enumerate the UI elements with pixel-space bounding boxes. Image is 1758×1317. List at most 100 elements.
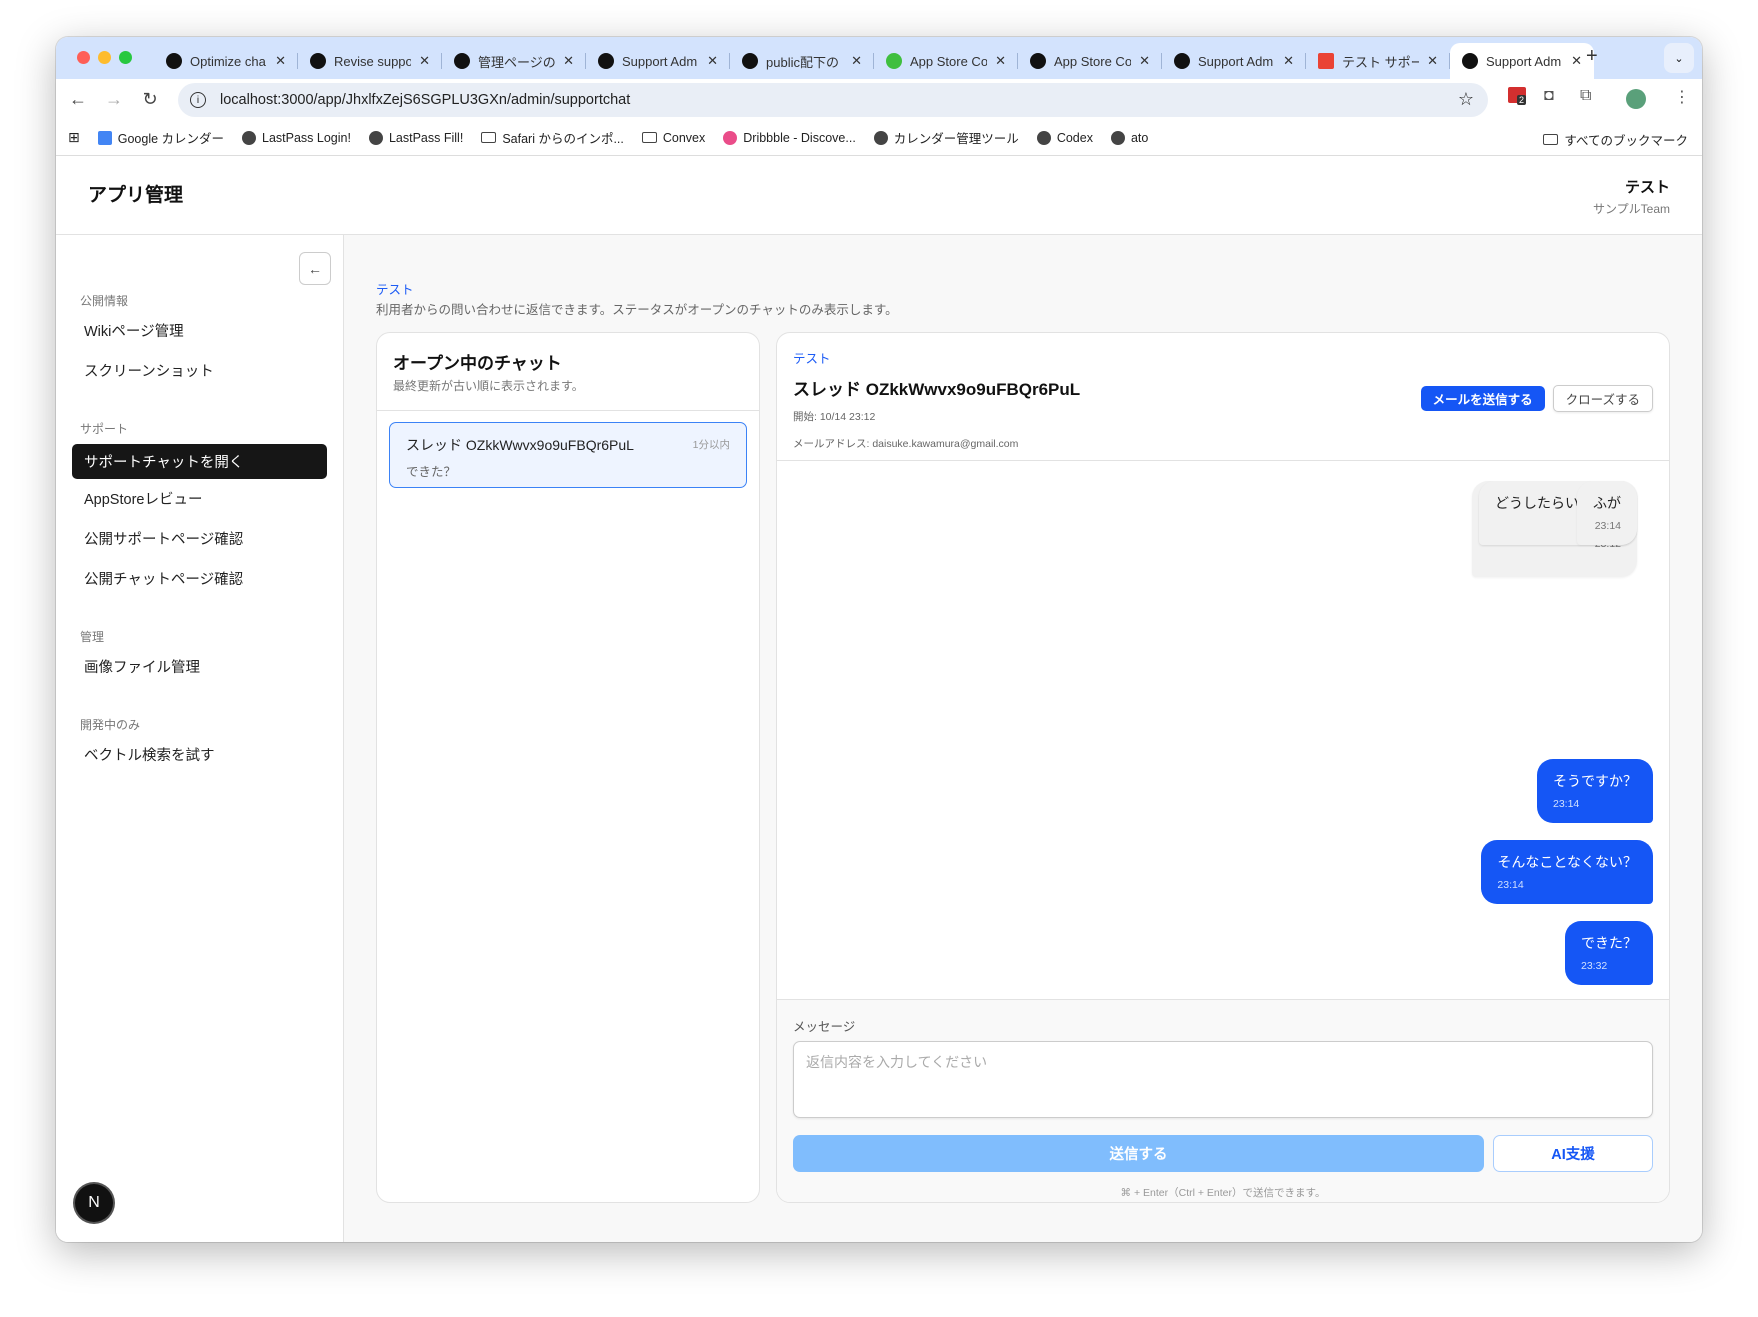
tab-search-button[interactable]: ⌄ (1664, 43, 1694, 73)
github-icon (310, 53, 326, 69)
close-tab-icon[interactable]: ✕ (275, 53, 286, 69)
browser-tab[interactable]: App Store Co ✕ (1018, 43, 1162, 79)
bookmark-label: LastPass Fill! (388, 130, 464, 145)
ai-assist-button[interactable]: AI支援 (1493, 1135, 1653, 1172)
message-list[interactable]: 23:12そうですか？23:14そんなことなくない？23:14全然わかんねーよ。… (777, 461, 1669, 999)
browser-tab[interactable]: 管理ページの ✕ (442, 43, 586, 79)
gmail-icon (1318, 53, 1334, 69)
chat-header: テスト スレッド OZkkWwvx9o9uFBQr6PuL 開始: 10/14 … (777, 333, 1669, 461)
browser-tab[interactable]: App Store Co ✕ (874, 43, 1018, 79)
open-chats-subtitle: 最終更新が古い順に表示されます。 (393, 379, 584, 393)
next-dev-indicator[interactable]: N (75, 1184, 113, 1222)
browser-tab[interactable]: テスト サポー ✕ (1306, 43, 1450, 79)
message-text: ふが (1593, 495, 1621, 511)
profile-avatar[interactable] (1626, 89, 1646, 109)
browser-tab[interactable]: Revise suppo ✕ (298, 43, 442, 79)
browser-tab[interactable]: Support Adm ✕ (586, 43, 730, 79)
close-tab-icon[interactable]: ✕ (995, 53, 1006, 69)
browser-tab[interactable]: public配下の ✕ (730, 43, 874, 79)
divider (377, 410, 759, 411)
folder-icon (481, 132, 497, 143)
window-controls (77, 51, 132, 64)
bookmark-item[interactable]: Codex (1036, 128, 1093, 147)
extension-icon[interactable]: 2 (1508, 87, 1527, 105)
sidebar-item-wiki[interactable]: Wikiページ管理 (72, 313, 327, 348)
bookmark-label: Dribbble - Discove... (743, 130, 856, 145)
sidebar-item-screenshots[interactable]: スクリーンショット (72, 353, 327, 388)
browser-tab[interactable]: Support Adm ✕ (1450, 43, 1594, 79)
close-tab-icon[interactable]: ✕ (1571, 53, 1582, 69)
user-name: テスト (1624, 179, 1670, 196)
address-bar[interactable]: i localhost:3000/app/JhxlfxZejS6SGPLU3GX… (178, 83, 1488, 117)
bookmark-label: ato (1130, 130, 1149, 145)
sidebar-item-vector-search[interactable]: ベクトル検索を試す (72, 737, 327, 772)
close-tab-icon[interactable]: ✕ (1139, 53, 1150, 69)
close-tab-icon[interactable]: ✕ (707, 53, 718, 69)
site-info-icon[interactable]: i (190, 92, 206, 108)
chat-breadcrumb[interactable]: テスト (793, 348, 1653, 367)
reload-icon[interactable]: ↻ (132, 89, 168, 110)
close-tab-icon[interactable]: ✕ (851, 53, 862, 69)
apps-grid-icon[interactable]: ⊞ (68, 129, 80, 146)
sidebar-item-appstore-reviews[interactable]: AppStoreレビュー (72, 481, 327, 516)
browser-window: Optimize cha ✕ Revise suppo ✕ 管理ページの ✕ Support… (56, 37, 1702, 1242)
browser-tab[interactable]: Optimize cha ✕ (154, 43, 298, 79)
bookmark-item[interactable]: LastPass Login! (242, 128, 351, 147)
extensions-puzzle-icon[interactable]: ⧉ (1580, 87, 1591, 105)
back-icon[interactable]: ← (60, 89, 96, 110)
send-button[interactable]: 送信する (793, 1135, 1484, 1172)
close-tab-icon[interactable]: ✕ (563, 53, 574, 69)
message-input[interactable] (793, 1041, 1653, 1118)
maximize-window-button[interactable] (119, 51, 132, 64)
bookmark-label: LastPass Login! (262, 130, 351, 145)
codex-icon (1036, 130, 1051, 145)
breadcrumb[interactable]: テスト (376, 279, 414, 298)
message-text: そうですか？ (1553, 773, 1637, 789)
bookmark-item[interactable]: Google カレンダー (97, 128, 224, 147)
all-bookmarks[interactable]: すべてのブックマーク (1543, 130, 1688, 149)
open-chats-title: オープン中のチャット (393, 354, 562, 373)
tabs: Optimize cha ✕ Revise suppo ✕ 管理ページの ✕ Support… (154, 43, 1594, 79)
tab-title: Support Adm (1486, 53, 1562, 69)
dribbble-icon (723, 130, 738, 145)
user-info[interactable]: テスト サンプルTeam (1593, 176, 1670, 217)
bookmark-item[interactable]: Dribbble - Discove... (723, 128, 856, 147)
sidebar: ← 公開情報 Wikiページ管理 スクリーンショット サポート サポートチャット… (56, 235, 344, 1242)
bookmark-item[interactable]: LastPass Fill! (368, 128, 464, 147)
bookmark-item[interactable]: カレンダー管理ツール (873, 128, 1019, 147)
close-tab-icon[interactable]: ✕ (1283, 53, 1294, 69)
send-email-button[interactable]: メールを送信する (1420, 386, 1545, 411)
message-time: 23:14 (1594, 520, 1621, 532)
close-tab-icon[interactable]: ✕ (419, 53, 430, 69)
browser-tab[interactable]: Support Adm ✕ (1162, 43, 1306, 79)
tab-title: Revise suppo (334, 53, 412, 69)
sidebar-item-public-chat-page[interactable]: 公開チャットページ確認 (72, 561, 327, 596)
sidebar-item-image-files[interactable]: 画像ファイル管理 (72, 649, 327, 684)
globe-icon (1110, 130, 1125, 145)
sidebar-item-support-chat[interactable]: サポートチャットを開く (72, 444, 327, 479)
app-icon (873, 130, 888, 145)
close-thread-button[interactable]: クローズする (1552, 385, 1653, 412)
apple-icon (1030, 53, 1046, 69)
thread-item[interactable]: スレッド OZkkWwvx9o9uFBQr6PuL 1分以内 できた？ (389, 422, 747, 488)
section-dev-only: 開発中のみ (80, 718, 141, 732)
bookmark-item[interactable]: Convex (641, 128, 705, 147)
tab-title: Optimize cha (190, 53, 266, 69)
calendar-icon (97, 130, 112, 145)
extension-badge: 2 (1517, 95, 1527, 105)
camera-icon[interactable]: ◘ (1544, 87, 1554, 105)
minimize-window-button[interactable] (98, 51, 111, 64)
sidebar-item-public-support-page[interactable]: 公開サポートページ確認 (72, 521, 327, 556)
section-support: サポート (80, 422, 129, 436)
bookmarks-bar: ⊞ Google カレンダー LastPass Login! LastPass Fi… (56, 120, 1702, 156)
collapse-sidebar-button[interactable]: ← (299, 252, 331, 285)
bookmark-item[interactable]: Safari からのインポ... (481, 128, 624, 147)
section-admin: 管理 (80, 630, 105, 644)
bookmark-star-icon[interactable]: ☆ (1458, 89, 1474, 110)
menu-kebab-icon[interactable]: ⋮ (1674, 87, 1690, 107)
bookmark-item[interactable]: ato (1110, 128, 1149, 147)
new-tab-button[interactable]: + (1586, 45, 1598, 68)
close-tab-icon[interactable]: ✕ (1427, 53, 1438, 69)
close-window-button[interactable] (77, 51, 90, 64)
forward-icon[interactable]: → (96, 89, 132, 110)
